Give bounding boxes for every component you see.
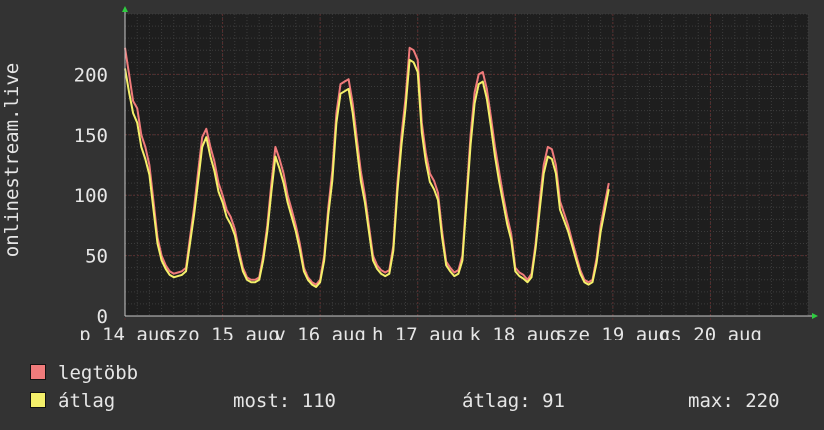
y-axis-arrow-icon [122, 6, 128, 12]
legend-label-max: legtöbb [58, 362, 139, 384]
y-axis-title-text: onlinestream.live [1, 62, 23, 258]
y-axis-ticks: 050100150200 [74, 64, 108, 328]
y-axis-title: onlinestream.live [1, 0, 23, 320]
x-axis-arrow-icon [812, 313, 818, 319]
x-tick-label: cs 20 aug [659, 324, 762, 340]
stat-average: átlag: 91 [462, 390, 565, 412]
line-chart: 050100150200 p 14 augszo 15 augv 16 aug h… [74, 6, 818, 340]
y-tick-label: 200 [74, 64, 108, 86]
legend-item-avg: átlag [30, 390, 115, 412]
x-tick-label: k 18 aug [470, 324, 562, 340]
legend-label-avg: átlag [58, 390, 116, 412]
x-axis-ticks: p 14 augszo 15 augv 16 aug h 17 aug k 18 a… [79, 324, 762, 340]
x-tick-label: sze 19 aug [556, 324, 670, 340]
x-tick-label: szo 15 aug [165, 324, 279, 340]
y-tick-label: 50 [85, 246, 108, 268]
y-tick-label: 100 [74, 185, 108, 207]
stat-max: max: 220 [688, 390, 780, 412]
legend-swatch-max [30, 364, 46, 380]
graph-panel: 0 50 100 150 200 p 14 aug szo 15 aug v 16 aug h… [0, 0, 824, 430]
legend-item-max: legtöbb [30, 362, 138, 384]
x-tick-label: p 14 aug [79, 324, 171, 340]
x-tick-label: v 16 aug [274, 324, 366, 340]
legend-swatch-avg [30, 392, 46, 408]
y-tick-label: 150 [74, 125, 108, 147]
stat-current: most: 110 [233, 390, 336, 412]
x-tick-label: h 17 aug [372, 324, 464, 340]
